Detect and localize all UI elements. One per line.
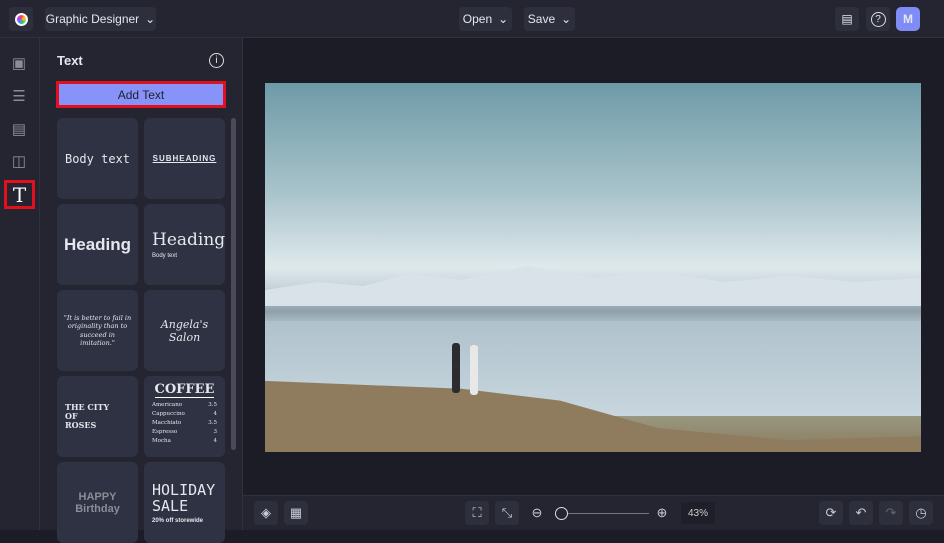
coffee-item-name: Cappuccino <box>152 411 185 417</box>
coffee-item-name: Macchiato <box>152 420 182 426</box>
coffee-item: Macchiato 3.5 <box>152 419 217 428</box>
tile-sublabel: Body text <box>152 253 178 259</box>
tile-label: HAPPY Birthday <box>75 490 120 515</box>
coffee-item: Espresso 3 <box>152 428 217 437</box>
comment-button[interactable]: ▤ <box>835 7 859 31</box>
shrink-button[interactable]: ⤡ <box>495 501 519 525</box>
mountains <box>265 266 921 306</box>
open-label: Open <box>462 12 493 26</box>
redo-button[interactable]: ↷ <box>879 501 903 525</box>
history-button[interactable]: ◷ <box>909 501 933 525</box>
tile-coffee[interactable]: COFFEE Americano 3.5 Cappuccino 4 Macchiato 3… <box>144 376 225 457</box>
tile-label: HOLIDAY SALE <box>152 480 216 515</box>
tile-body-text[interactable]: Body text <box>57 118 138 199</box>
coffee-item-price: 4 <box>213 438 218 444</box>
coffee-item: Cappuccino 4 <box>152 410 217 419</box>
zoom-slider[interactable] <box>556 513 649 514</box>
image-icon[interactable]: ▣ <box>8 52 30 74</box>
undo-icon: ↶ <box>855 505 867 520</box>
save-label: Save <box>527 12 556 26</box>
tile-heading-serif[interactable]: Heading Body text <box>144 204 225 285</box>
shrink-icon: ⤡ <box>501 505 513 520</box>
tile-sublabel: 20% off storewide <box>152 517 204 524</box>
tile-birthday[interactable]: HAPPY Birthday <box>57 462 138 543</box>
chevron-down-icon: ⌄ <box>145 12 156 26</box>
tile-label: Angela's Salon <box>160 317 209 344</box>
tile-subheading[interactable]: SUBHEADING <box>144 118 225 199</box>
coffee-item-price: 3.5 <box>208 420 217 426</box>
tile-heading-sans[interactable]: Heading <box>57 204 138 285</box>
open-button[interactable]: Open ⌄ <box>459 7 512 31</box>
add-text-button[interactable]: Add Text <box>56 81 226 108</box>
logo-icon <box>14 12 28 26</box>
layout-icon[interactable]: ▤ <box>8 118 30 140</box>
zoom-slider-handle[interactable] <box>554 507 568 520</box>
chevron-down-icon: ⌄ <box>561 12 572 26</box>
tile-holiday-sale[interactable]: HOLIDAY SALE 20% off storewide <box>144 462 225 543</box>
grid-icon: ▦ <box>289 505 303 520</box>
coffee-item-price: 3 <box>213 429 218 435</box>
coffee-item-price: 3.5 <box>208 402 217 408</box>
replace-button[interactable]: ⟳ <box>819 501 843 525</box>
avatar[interactable]: M <box>896 7 920 31</box>
redo-icon: ↷ <box>885 505 897 520</box>
scrollbar[interactable] <box>231 118 236 450</box>
coffee-item-name: Americano <box>152 402 183 408</box>
zoom-in-button[interactable]: ⊕ <box>650 501 674 525</box>
coffee-item-name: Mocha <box>152 438 171 444</box>
refresh-icon: ⟳ <box>825 505 837 520</box>
zoom-level[interactable]: 43% <box>681 502 715 524</box>
save-button[interactable]: Save ⌄ <box>524 7 575 31</box>
zoom-in-icon: ⊕ <box>656 505 668 520</box>
tile-label: COFFEE <box>154 382 215 398</box>
tile-label: THE CITY OF ROSES <box>65 402 110 430</box>
bottom-toolbar: ◈ ▦ ⛶ ⤡ ⊖ ⊕ 43% ⟳ ↶ ↷ ◷ <box>243 495 944 530</box>
fit-screen-button[interactable]: ⛶ <box>465 501 489 525</box>
panel-title: Text <box>57 53 83 68</box>
adjustments-icon[interactable]: ☰ <box>8 85 30 107</box>
top-bar: Graphic Designer ⌄ Open ⌄ Save ⌄ ▤ ? M <box>0 0 944 38</box>
chevron-down-icon: ⌄ <box>498 12 509 26</box>
layers-icon: ◈ <box>261 505 271 520</box>
coffee-item-name: Espresso <box>152 429 178 435</box>
shapes-icon[interactable]: ◫ <box>8 150 30 172</box>
info-icon[interactable]: i <box>209 53 224 68</box>
help-icon: ? <box>870 11 886 27</box>
tile-label: Heading <box>63 234 132 254</box>
logo[interactable] <box>9 7 33 31</box>
tile-salon[interactable]: Angela's Salon <box>144 290 225 371</box>
layers-button[interactable]: ◈ <box>254 501 278 525</box>
zoom-out-icon: ⊖ <box>531 505 543 520</box>
project-label: Graphic Designer <box>45 12 140 26</box>
tile-label: SUBHEADING <box>152 154 217 163</box>
tile-city-of-roses[interactable]: THE CITY OF ROSES <box>57 376 138 457</box>
expand-icon: ⛶ <box>472 505 482 520</box>
coffee-item-price: 4 <box>213 411 218 417</box>
tile-label: "It is better to fail in originality tha… <box>63 313 132 347</box>
tile-label: Body text <box>64 151 131 166</box>
grid-button[interactable]: ▦ <box>284 501 308 525</box>
coffee-item: Mocha 4 <box>152 437 217 446</box>
coffee-item: Americano 3.5 <box>152 401 217 410</box>
tile-quote[interactable]: "It is better to fail in originality tha… <box>57 290 138 371</box>
help-button[interactable]: ? <box>866 7 890 31</box>
text-panel: Text i Add Text Body text SUBHEADING Hea… <box>40 38 243 543</box>
canvas-photo[interactable] <box>265 83 921 452</box>
comment-icon: ▤ <box>841 12 853 26</box>
tile-label: Heading <box>152 230 225 250</box>
text-tool-icon[interactable]: T <box>4 180 35 209</box>
people <box>450 343 490 403</box>
tool-rail: ▣ ☰ ▤ ◫ T <box>0 38 40 530</box>
zoom-out-button[interactable]: ⊖ <box>525 501 549 525</box>
history-icon: ◷ <box>915 505 927 520</box>
project-dropdown[interactable]: Graphic Designer ⌄ <box>45 7 156 31</box>
undo-button[interactable]: ↶ <box>849 501 873 525</box>
